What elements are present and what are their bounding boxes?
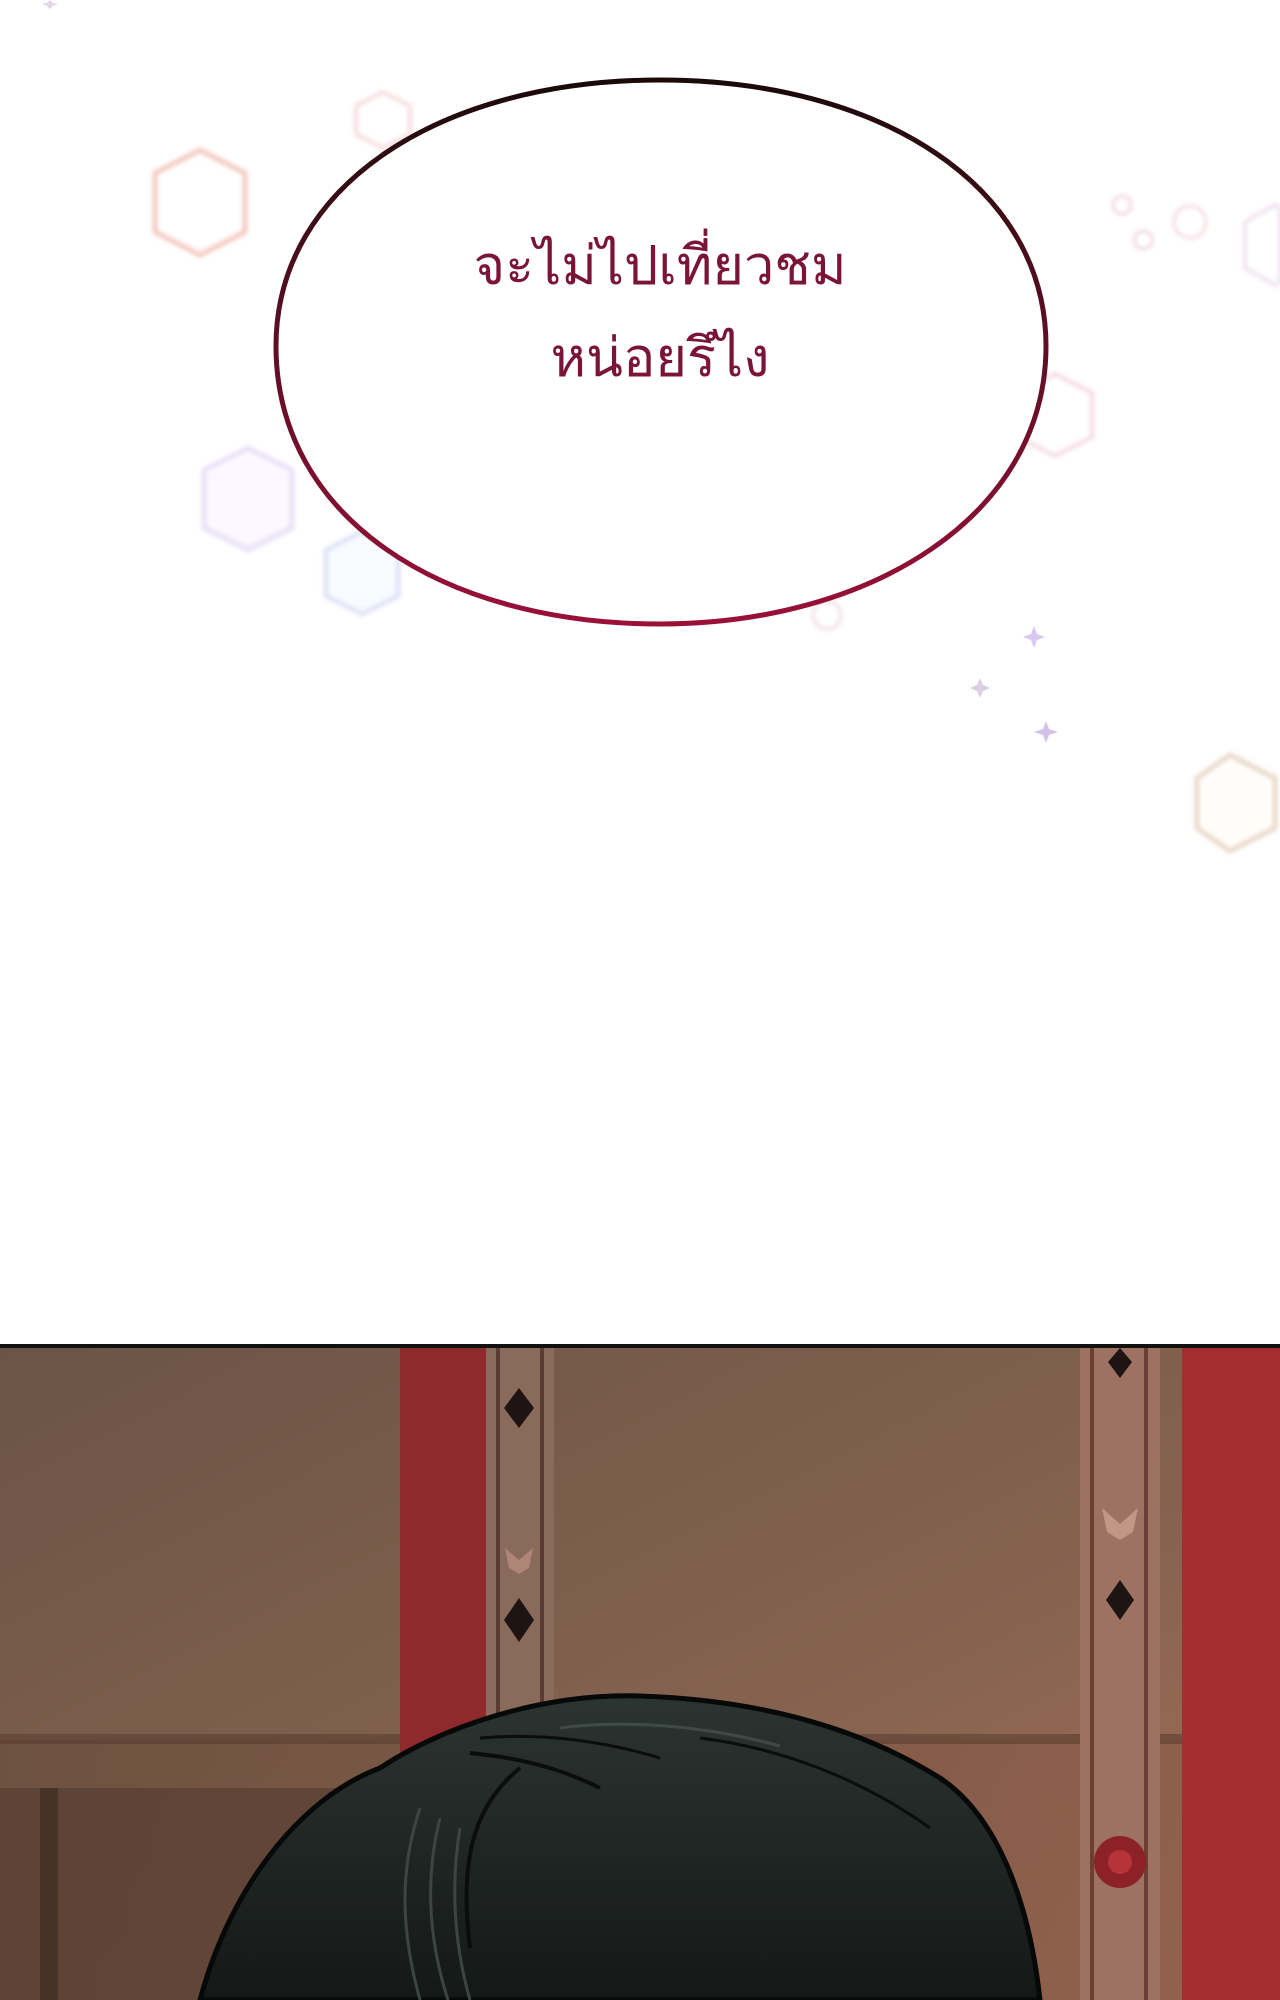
sparkle-star-icon — [1023, 626, 1045, 648]
sparkle-star-icon — [1034, 721, 1058, 743]
hexagon-bokeh-icon — [1172, 204, 1208, 240]
interior-scene-illustration — [0, 1348, 1280, 2000]
hexagon-bokeh-icon — [152, 147, 248, 258]
red-pillar-right — [1182, 1348, 1280, 2000]
hexagon-bokeh-icon — [1194, 752, 1278, 854]
decor-column-right-border — [1144, 1348, 1148, 2000]
decor-column-right-border — [1090, 1348, 1094, 2000]
speech-line-1: จะไม่ไปเที่ยวชม — [473, 234, 847, 297]
speech-line-2: หน่อยรึไง — [550, 326, 770, 389]
hexagon-bokeh-icon — [1243, 202, 1280, 288]
knot-ornament — [1108, 1850, 1132, 1874]
top-comic-panel: จะไม่ไปเที่ยวชม หน่อยรึไง — [0, 0, 1280, 1344]
hexagon-bokeh-icon — [1132, 229, 1154, 251]
furniture-edge — [40, 1788, 58, 2000]
speech-bubble-text: จะไม่ไปเที่ยวชม หน่อยรึไง — [270, 36, 1050, 588]
bottom-comic-panel — [0, 1348, 1280, 2000]
sparkle-star-icon — [42, 0, 58, 9]
sparkle-star-icon — [970, 678, 990, 698]
hexagon-bokeh-icon — [1111, 194, 1133, 216]
